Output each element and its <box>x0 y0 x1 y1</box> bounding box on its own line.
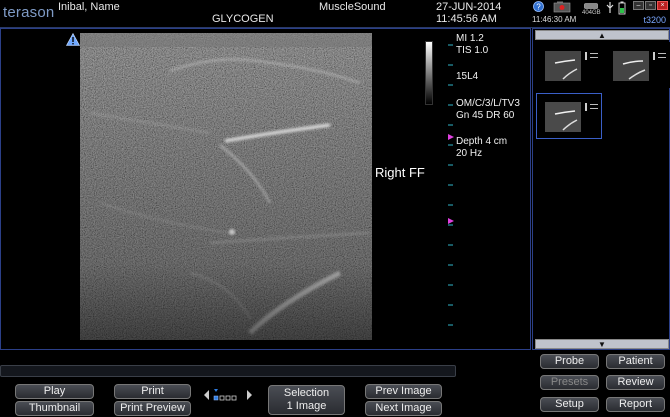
maximize-button[interactable]: ▫ <box>645 1 656 10</box>
review-button[interactable]: Review <box>606 375 665 390</box>
ultrasound-scan-image[interactable] <box>80 33 372 340</box>
param-mi: MI 1.2 <box>456 33 484 44</box>
battery-icon <box>618 1 626 15</box>
setup-button[interactable]: Setup <box>540 397 599 412</box>
institution-name: MuscleSound <box>319 1 386 13</box>
device-model: t3200 <box>643 15 666 25</box>
presets-button[interactable]: Presets <box>540 375 599 390</box>
param-preset: OM/C/3/L/TV3 <box>456 98 520 109</box>
system-clock: 11:46:30 AM <box>532 15 577 24</box>
study-name: GLYCOGEN <box>212 13 274 25</box>
disk-space: 404GB <box>582 10 601 16</box>
close-button[interactable]: × <box>657 1 668 10</box>
storage-icon <box>584 3 598 9</box>
prev-image-button[interactable]: Prev Image <box>365 384 442 399</box>
exam-date: 27-JUN-2014 <box>436 1 502 13</box>
thumbnail-item[interactable] <box>536 42 602 88</box>
thumbnail-button[interactable]: Thumbnail <box>15 401 94 416</box>
warning-triangle-icon[interactable] <box>66 33 80 46</box>
patient-button[interactable]: Patient <box>606 354 665 369</box>
svg-text:?: ? <box>536 2 541 11</box>
image-navigator-icon[interactable] <box>203 387 253 403</box>
probe-button[interactable]: Probe <box>540 354 599 369</box>
triangle-up-icon: ▲ <box>598 31 606 40</box>
param-depth: Depth 4 cm <box>456 136 508 147</box>
play-button[interactable]: Play <box>15 384 94 399</box>
report-button[interactable]: Report <box>606 397 665 412</box>
thumbnail-image <box>545 102 598 132</box>
exam-time: 11:45:56 AM <box>436 13 497 25</box>
usb-icon <box>606 2 614 13</box>
print-button[interactable]: Print <box>114 384 191 399</box>
selection-count: 1 Image <box>286 400 327 412</box>
thumbnail-item-selected[interactable] <box>536 93 602 139</box>
status-bar <box>0 365 456 377</box>
selection-label: Selection <box>283 387 330 399</box>
print-preview-button[interactable]: Print Preview <box>114 401 191 416</box>
brand-logo: terason <box>3 4 55 21</box>
thumbnail-scroll-down-button[interactable]: ▼ <box>535 339 669 349</box>
thumbnail-panel: ▲ ▼ <box>532 28 670 350</box>
image-annotation[interactable]: Right FF <box>375 165 425 180</box>
system-tray: ? 404GB – ▫ × 11:46:30 AM t3200 <box>532 0 670 28</box>
minimize-button[interactable]: – <box>633 1 644 10</box>
help-icon[interactable]: ? <box>533 1 544 12</box>
thumbnail-item[interactable] <box>604 42 670 88</box>
next-image-button[interactable]: Next Image <box>365 401 442 416</box>
ultrasound-image-panel[interactable]: MI 1.2 TIS 1.0 15L4 OM/C/3/L/TV3 Gn 45 D… <box>0 28 531 350</box>
patient-name: Inibal, Name <box>58 1 120 13</box>
thumbnail-image <box>613 51 666 81</box>
depth-scale <box>448 44 454 326</box>
selection-button[interactable]: Selection 1 Image <box>268 385 345 415</box>
param-probe: 15L4 <box>456 71 479 82</box>
thumbnail-image <box>545 51 598 81</box>
thumbnail-scroll-up-button[interactable]: ▲ <box>535 30 669 40</box>
param-gain: Gn 45 DR 60 <box>456 110 515 121</box>
param-frame-rate: 20 Hz <box>456 148 483 159</box>
param-tis: TIS 1.0 <box>456 45 489 56</box>
grayscale-bar <box>425 41 433 105</box>
triangle-down-icon: ▼ <box>598 340 606 349</box>
focus-marker-icon <box>448 134 454 224</box>
record-icon[interactable] <box>553 1 571 13</box>
